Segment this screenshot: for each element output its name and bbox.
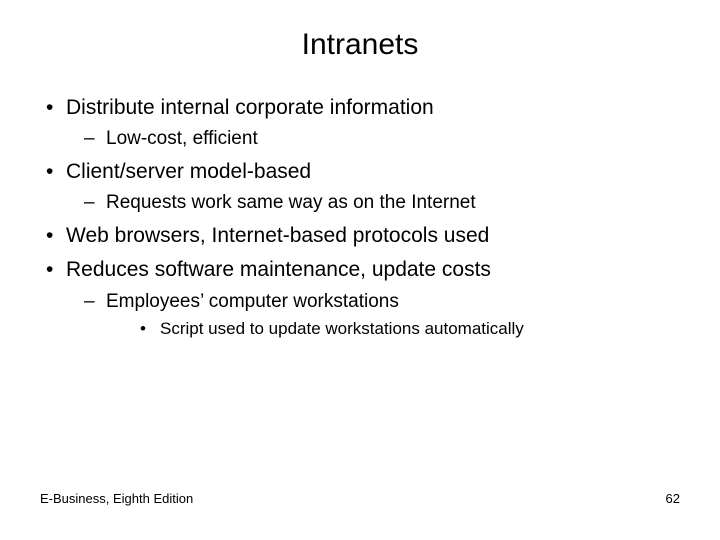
sub-bullet-item: Employees’ computer workstations Script … [66,289,680,342]
footer: E-Business, Eighth Edition 62 [40,491,680,506]
sub-sub-bullet-item: Script used to update workstations autom… [106,318,680,341]
bullet-item: Distribute internal corporate informatio… [40,94,680,152]
sub-sub-bullet-text: Script used to update workstations autom… [160,319,524,338]
footer-left: E-Business, Eighth Edition [40,491,193,506]
sub-bullet-text: Low-cost, efficient [106,128,258,149]
sub-bullet-list: Low-cost, efficient [66,126,680,152]
slide-title: Intranets [40,28,680,62]
sub-bullet-item: Low-cost, efficient [66,126,680,152]
bullet-item: Client/server model-based Requests work … [40,158,680,216]
bullet-text: Client/server model-based [66,160,311,183]
sub-bullet-item: Requests work same way as on the Interne… [66,190,680,216]
bullet-item: Web browsers, Internet-based protocols u… [40,222,680,250]
bullet-list: Distribute internal corporate informatio… [40,94,680,341]
sub-bullet-list: Employees’ computer workstations Script … [66,289,680,342]
bullet-text: Reduces software maintenance, update cos… [66,258,491,281]
bullet-text: Web browsers, Internet-based protocols u… [66,224,489,247]
bullet-text: Distribute internal corporate informatio… [66,96,434,119]
sub-sub-bullet-list: Script used to update workstations autom… [106,318,680,341]
page-number: 62 [666,491,680,506]
sub-bullet-text: Requests work same way as on the Interne… [106,192,476,213]
bullet-item: Reduces software maintenance, update cos… [40,256,680,341]
sub-bullet-text: Employees’ computer workstations [106,291,399,312]
sub-bullet-list: Requests work same way as on the Interne… [66,190,680,216]
